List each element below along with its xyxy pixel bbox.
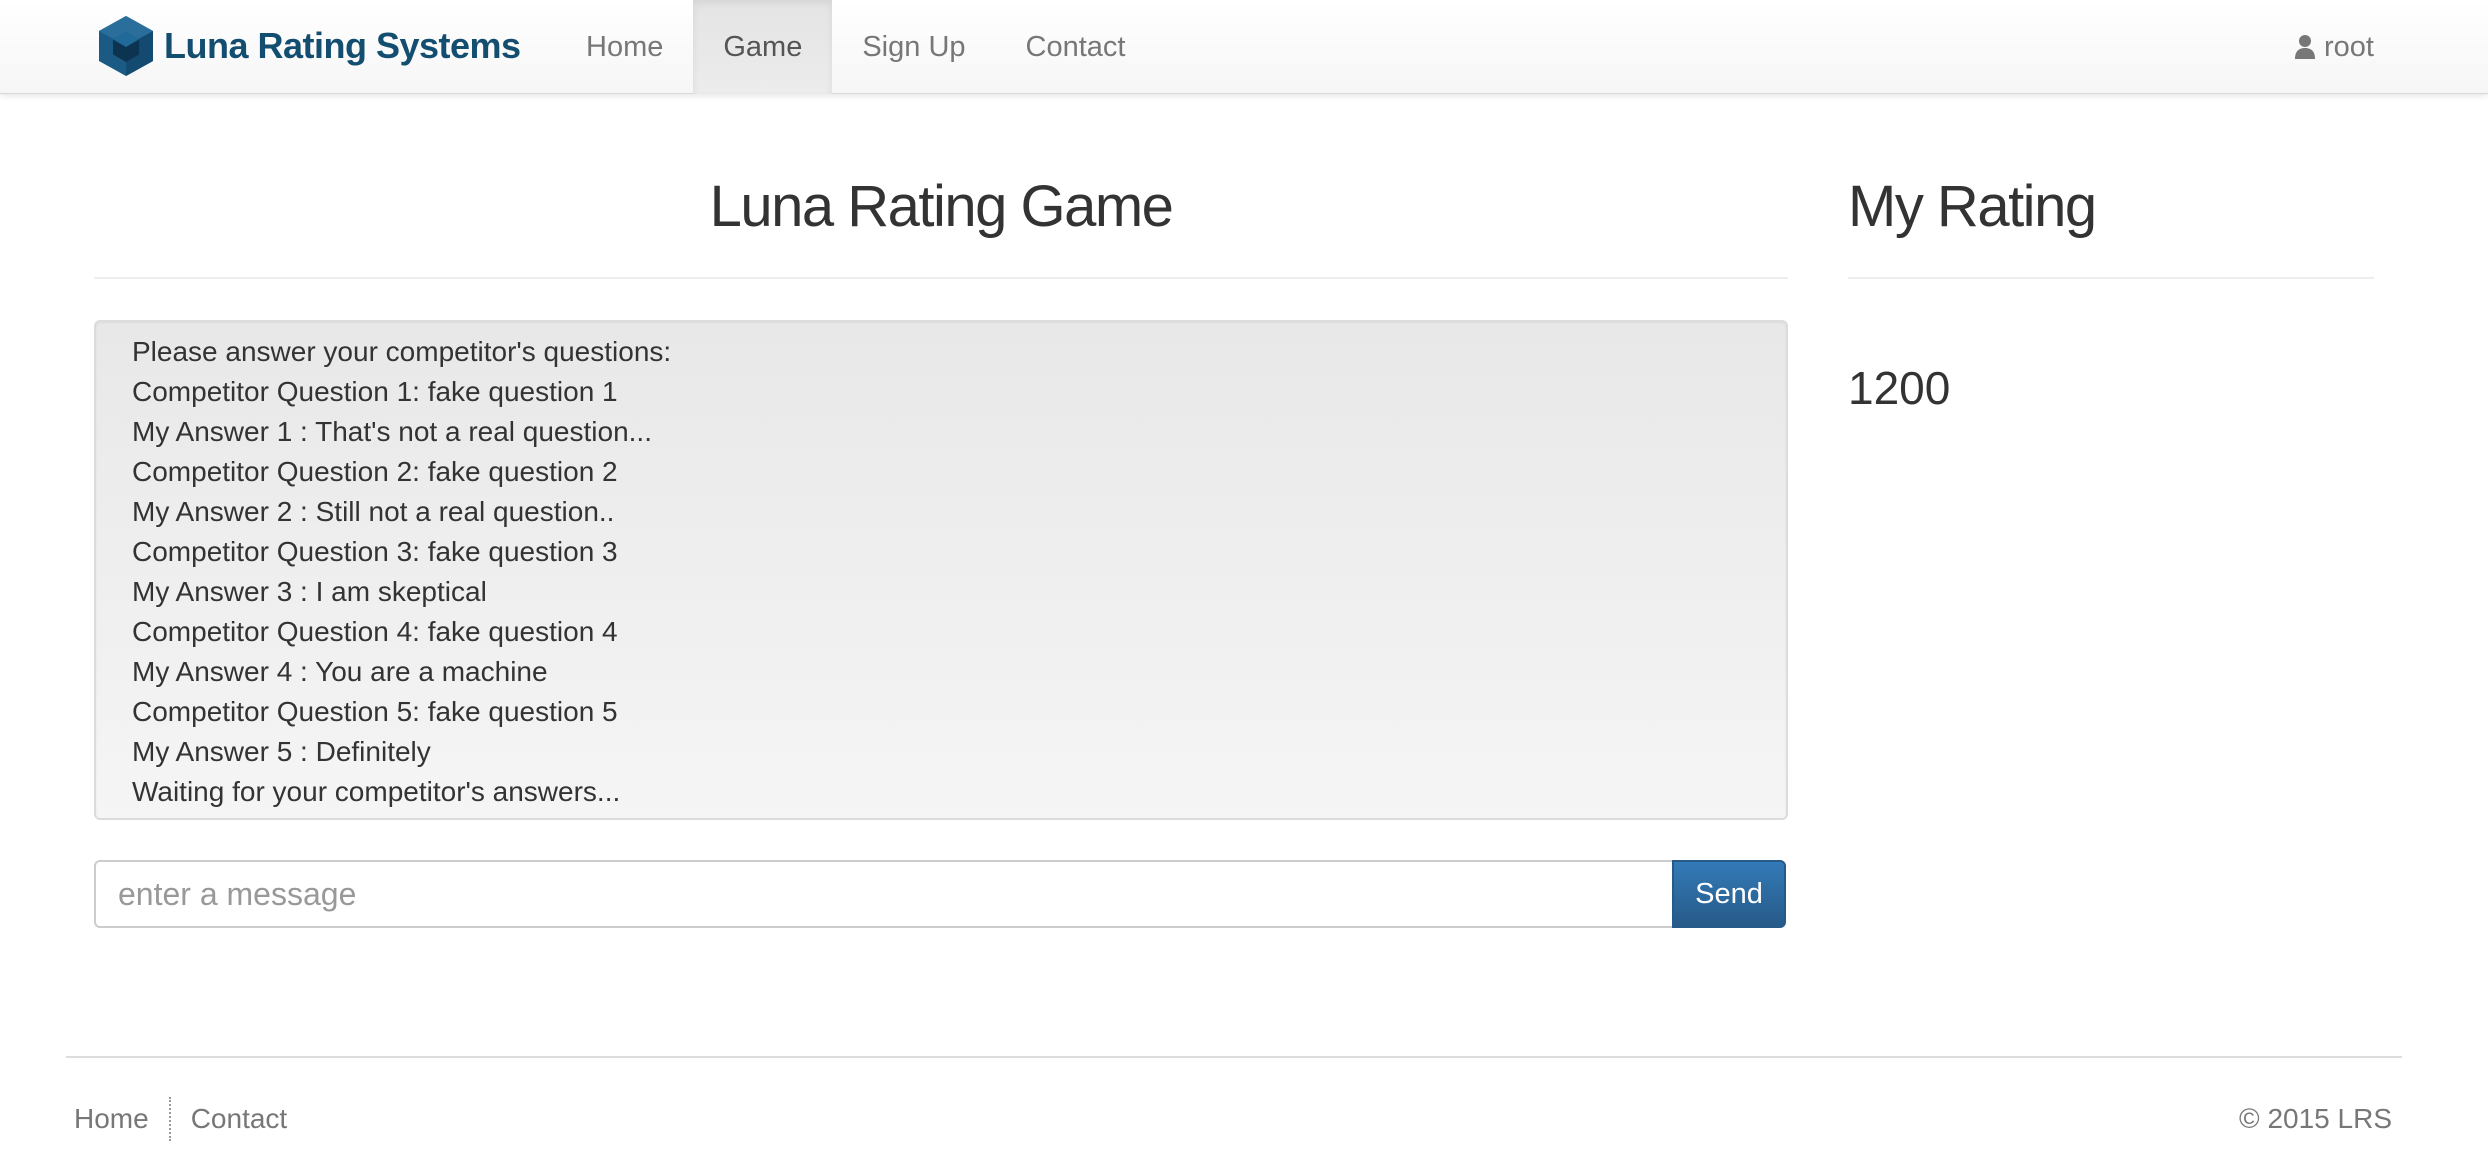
- chat-line: Competitor Question 1: fake question 1: [132, 376, 618, 407]
- chat-log[interactable]: Please answer your competitor's question…: [94, 320, 1788, 820]
- chat-line: Please answer your competitor's question…: [132, 336, 672, 367]
- chat-line: Competitor Question 3: fake question 3: [132, 536, 618, 567]
- hexagon-logo-icon: [99, 16, 153, 76]
- nav-item-sign-up[interactable]: Sign Up: [832, 0, 995, 94]
- chat-line: My Answer 4 : You are a machine: [132, 656, 548, 687]
- user-name: root: [2324, 30, 2374, 63]
- chat-line: Waiting for your competitor's answers...: [132, 776, 621, 807]
- footer-divider: [66, 1056, 2402, 1058]
- nav-item-home[interactable]: Home: [556, 0, 693, 94]
- rating-value: 1200: [1848, 362, 1951, 414]
- message-input[interactable]: [94, 860, 1672, 928]
- main-nav: Home Game Sign Up Contact: [556, 0, 1155, 94]
- chat-line: Competitor Question 5: fake question 5: [132, 696, 618, 727]
- copyright-text: © 2015 LRS: [2239, 1103, 2392, 1134]
- send-button[interactable]: Send: [1672, 860, 1786, 928]
- chat-line: My Answer 2 : Still not a real question.…: [132, 496, 615, 527]
- chat-line: My Answer 1 : That's not a real question…: [132, 416, 652, 447]
- chat-line: My Answer 3 : I am skeptical: [132, 576, 487, 607]
- user-menu[interactable]: root: [2294, 0, 2374, 94]
- message-input-group: Send: [94, 860, 1786, 928]
- chat-line: Competitor Question 2: fake question 2: [132, 456, 618, 487]
- user-icon: [2295, 35, 2316, 59]
- chat-line: My Answer 5 : Definitely: [132, 736, 431, 767]
- title-divider: [94, 277, 1788, 279]
- rating-divider: [1848, 277, 2374, 279]
- nav-item-contact[interactable]: Contact: [996, 0, 1156, 94]
- chat-line: Question: Who are you?: [132, 812, 1750, 818]
- rating-title: My Rating: [1848, 174, 2097, 239]
- brand-link[interactable]: Luna Rating Systems: [96, 14, 521, 78]
- game-title: Luna Rating Game: [709, 174, 1174, 239]
- nav-item-game[interactable]: Game: [693, 0, 833, 94]
- footer-separator: [168, 1097, 171, 1141]
- brand-name: Luna Rating Systems: [164, 25, 521, 66]
- footer-link-contact[interactable]: Contact: [191, 1103, 288, 1135]
- footer-nav: Home Contact: [74, 1096, 287, 1142]
- top-navbar: Luna Rating Systems Home Game Sign Up Co…: [0, 0, 2488, 94]
- chat-line: Competitor Question 4: fake question 4: [132, 616, 618, 647]
- footer-link-home[interactable]: Home: [74, 1103, 149, 1135]
